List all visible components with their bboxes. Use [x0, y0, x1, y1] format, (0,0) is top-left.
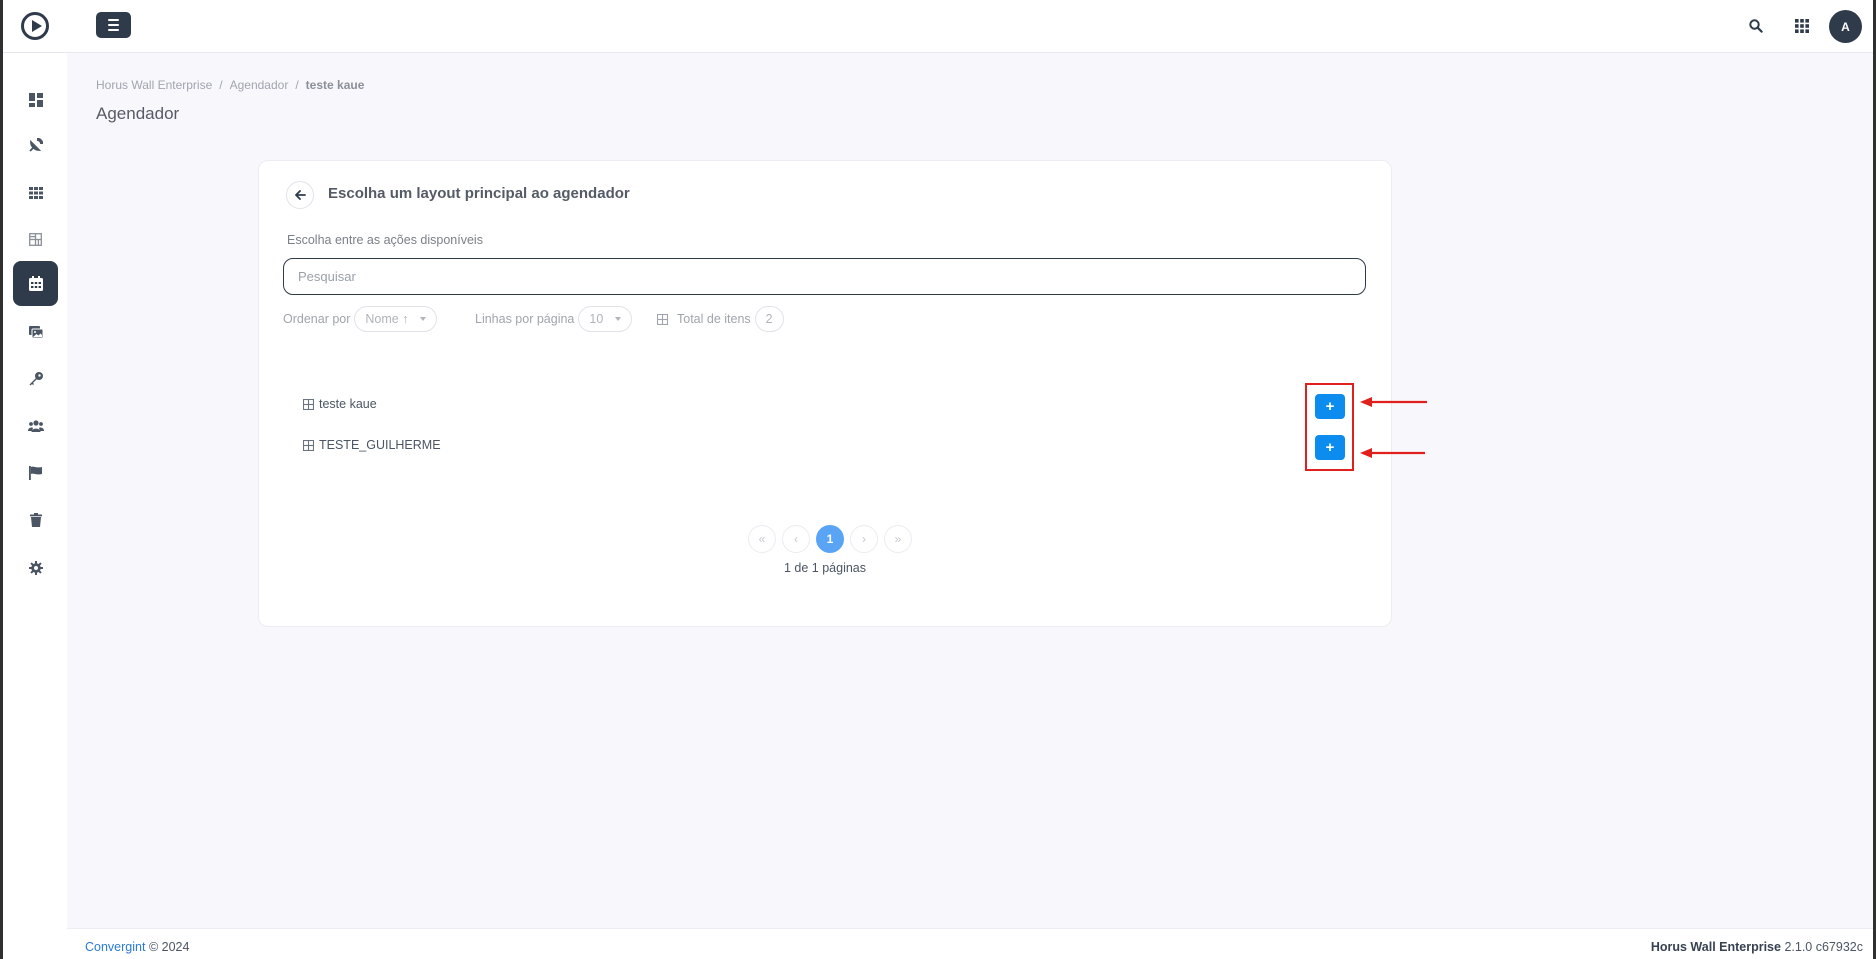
sidebar-item-layouts[interactable] — [13, 217, 58, 262]
arrow-left-icon — [294, 190, 306, 200]
footer-version: Horus Wall Enterprise 2.1.0 c67932c — [1651, 940, 1863, 954]
list-item-name: teste kaue — [319, 397, 377, 411]
apps-icon — [28, 186, 43, 199]
annotation-highlight-box — [1305, 383, 1354, 471]
total-items-badge: 2 — [754, 306, 784, 332]
top-bar: A — [3, 0, 1873, 53]
menu-toggle-button[interactable] — [96, 12, 131, 38]
layout-grid-icon — [303, 398, 314, 410]
footer-copyright: Convergint © 2024 — [85, 940, 189, 954]
chevron-down-icon — [615, 317, 622, 321]
trash-icon — [29, 512, 42, 527]
sidebar-item-satellite[interactable] — [13, 123, 58, 168]
copyright-text: © 2024 — [148, 940, 190, 954]
prev-page-button[interactable]: ‹ — [782, 525, 810, 553]
rows-per-page-select[interactable]: 10 — [578, 306, 633, 332]
card-title: Escolha um layout principal ao agendador — [328, 185, 630, 202]
satellite-icon — [29, 138, 43, 152]
breadcrumb-item-home[interactable]: Horus Wall Enterprise — [96, 78, 212, 92]
back-button[interactable] — [286, 181, 314, 209]
sidebar-item-settings[interactable] — [13, 545, 58, 590]
layout-chooser-card: Escolha um layout principal ao agendador… — [258, 160, 1392, 627]
annotation-arrow-icon — [1360, 448, 1425, 458]
pagination-summary: 1 de 1 páginas — [783, 561, 866, 575]
sort-label: Ordenar por — [283, 312, 351, 326]
list-item: TESTE_GUILHERME — [303, 438, 441, 452]
product-name: Horus Wall Enterprise — [1650, 940, 1781, 954]
sidebar — [3, 53, 67, 959]
total-items-label: Total de itens — [677, 312, 751, 326]
sidebar-item-scheduler[interactable] — [13, 261, 58, 306]
avatar[interactable]: A — [1829, 10, 1862, 43]
company-link[interactable]: Convergint — [85, 940, 145, 954]
footer: Convergint © 2024 Horus Wall Enterprise … — [67, 928, 1873, 959]
sidebar-item-flags[interactable] — [13, 450, 58, 495]
next-page-button[interactable]: › — [850, 525, 878, 553]
first-page-button[interactable]: « — [748, 525, 776, 553]
breadcrumb-item-scheduler[interactable]: Agendador — [230, 78, 289, 92]
rows-per-page-label: Linhas por página — [475, 312, 575, 326]
layout-grid-icon — [29, 233, 42, 246]
total-items-value: 2 — [765, 312, 773, 326]
sidebar-item-trash[interactable] — [13, 497, 58, 542]
sort-value: Nome ↑ — [365, 312, 409, 326]
list-item-name: TESTE_GUILHERME — [319, 438, 441, 452]
dashboard-icon — [28, 92, 43, 107]
sidebar-item-apps[interactable] — [13, 170, 58, 215]
pagination: « ‹ 1 › » — [748, 525, 912, 553]
card-subtitle: Escolha entre as ações disponíveis — [287, 233, 483, 247]
page-number-button[interactable]: 1 — [816, 525, 844, 553]
breadcrumb: Horus Wall Enterprise / Agendador / teste ka… — [96, 78, 365, 92]
sort-select[interactable]: Nome ↑ — [354, 306, 438, 332]
version-text: 2.1.0 c67932c — [1784, 940, 1863, 954]
list-item: teste kaue — [303, 397, 377, 411]
layout-grid-icon — [657, 313, 668, 325]
breadcrumb-item-current: teste kaue — [305, 78, 365, 92]
search-input[interactable] — [283, 258, 1366, 295]
images-icon — [28, 325, 43, 338]
apps-grid-icon[interactable] — [1792, 16, 1812, 36]
sidebar-item-dashboard[interactable] — [13, 77, 58, 122]
flag-icon — [29, 465, 42, 480]
sidebar-item-keys[interactable] — [13, 356, 58, 401]
layout-grid-icon — [303, 439, 314, 451]
calendar-icon — [28, 276, 43, 291]
sidebar-item-users[interactable] — [13, 403, 58, 448]
page-title: Agendador — [96, 104, 180, 123]
search-icon[interactable] — [1746, 16, 1766, 36]
annotation-arrow-icon — [1360, 397, 1427, 407]
sidebar-item-media[interactable] — [13, 309, 58, 354]
rows-per-page-value: 10 — [589, 312, 604, 326]
last-page-button[interactable]: » — [884, 525, 912, 553]
gear-icon — [28, 560, 43, 575]
key-icon — [29, 371, 43, 385]
logo-play-icon[interactable] — [21, 12, 49, 40]
chevron-down-icon — [420, 317, 427, 321]
users-icon — [27, 419, 44, 432]
